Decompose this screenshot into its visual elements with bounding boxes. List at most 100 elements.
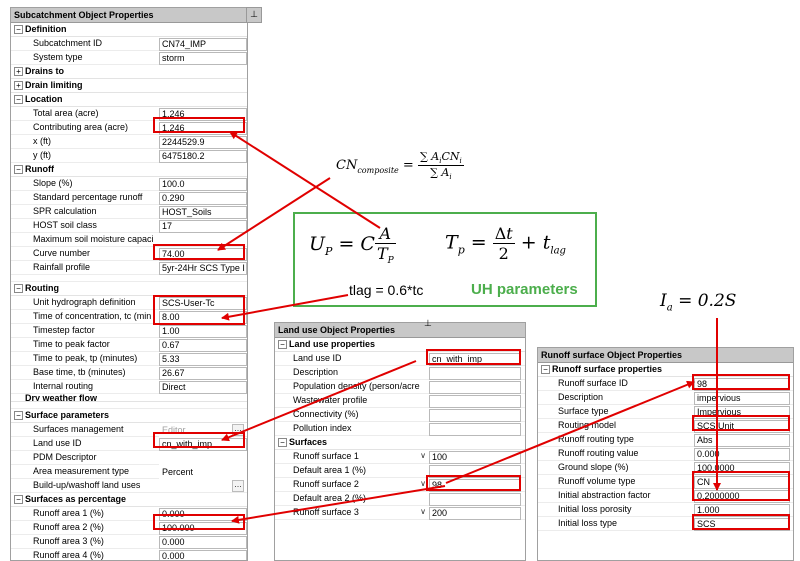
ww-field[interactable] — [429, 395, 521, 408]
highlight-contributing-area — [153, 117, 245, 133]
runoff-surface-3-field[interactable]: 200 — [429, 507, 521, 520]
section-location[interactable]: − Location — [11, 93, 247, 107]
runoff-area-4-field[interactable]: 0.000 — [159, 550, 247, 560]
up-formula: UP = C A TP — [309, 224, 396, 267]
browse-icon[interactable]: … — [232, 480, 244, 492]
runoff-surface-1-field[interactable]: 100 — [429, 451, 521, 464]
collapse-icon[interactable]: − — [14, 411, 23, 420]
runoff-surface-panel-title: Runoff surface Object Properties — [538, 348, 793, 363]
row-ww: Wastewater profile — [275, 394, 525, 408]
ia-formula: Ia = 0.2S — [660, 291, 737, 314]
ttp-field[interactable]: 5.33 — [159, 353, 247, 366]
section-surfaces[interactable]: − Surfaces — [275, 436, 525, 450]
tp-formula: Tp = Δt 2 + tlag — [445, 224, 566, 263]
row-ra3: Runoff area 3 (%) 0.000 — [11, 535, 247, 549]
section-dry-weather[interactable]: Dry weather flow — [11, 394, 247, 402]
runoff-area-3-field[interactable]: 0.000 — [159, 536, 247, 549]
spacer — [11, 275, 247, 282]
collapse-icon[interactable]: − — [541, 365, 550, 374]
row-pop: Population density (person/acre — [275, 380, 525, 394]
row-base-time: Base time, tb (minutes) 26.67 — [11, 366, 247, 380]
row-internal-routing: Internal routing Direct — [11, 380, 247, 394]
section-definition[interactable]: − Definition — [11, 23, 247, 37]
collapse-icon[interactable]: − — [278, 438, 287, 447]
highlight-runoff-area-2 — [153, 514, 245, 530]
row-buildup: Build-up/washoff land uses… — [11, 479, 247, 493]
slope-field[interactable]: 100.0 — [159, 178, 247, 191]
tlag-text: tlag = 0.6*tc — [349, 282, 424, 298]
row-slope: Slope (%) 100.0 — [11, 177, 247, 191]
highlight-landuse-id — [426, 349, 521, 365]
row-std-pct-runoff: Standard percentage runoff 0.290 — [11, 191, 247, 205]
section-surface-params[interactable]: − Surface parameters — [11, 409, 247, 423]
expand-icon[interactable]: + — [14, 67, 23, 76]
row-dra2: Default area 2 (%) — [275, 492, 525, 506]
pin-icon[interactable]: ⊥ — [424, 318, 432, 329]
pdm-field[interactable] — [159, 452, 247, 465]
pop-field[interactable] — [429, 381, 521, 394]
expand-icon[interactable]: + — [14, 81, 23, 90]
highlight-land-use-id — [153, 432, 245, 448]
section-drains-to[interactable]: + Drains to — [11, 65, 247, 79]
chevron-down-icon[interactable]: ∨ — [418, 451, 428, 462]
highlight-runoff-surface-2 — [426, 475, 521, 491]
system-type-field[interactable]: storm — [159, 52, 247, 65]
row-rs3: Runoff surface 3 ∨ 200 — [275, 506, 525, 520]
row-landuse-desc: Description — [275, 366, 525, 380]
host-soil-field[interactable]: 17 — [159, 220, 247, 233]
std-pct-runoff-field[interactable]: 0.290 — [159, 192, 247, 205]
area-meas-field[interactable]: Percent — [159, 466, 247, 479]
row-x: x (ft) 2244529.9 — [11, 135, 247, 149]
row-ra4: Runoff area 4 (%) 0.000 — [11, 549, 247, 560]
section-runoff[interactable]: − Runoff — [11, 163, 247, 177]
row-spr-calc: SPR calculation HOST_Soils — [11, 205, 247, 219]
y-field[interactable]: 6475180.2 — [159, 150, 247, 163]
row-system-type: System type storm — [11, 51, 247, 65]
row-timestep: Timestep factor 1.00 — [11, 324, 247, 338]
spr-calc-field[interactable]: HOST_Soils — [159, 206, 247, 219]
spacer — [11, 402, 247, 409]
highlight-uh-def — [153, 295, 245, 325]
rr-value-field[interactable]: 0.000 — [694, 448, 790, 461]
ttp-factor-field[interactable]: 0.67 — [159, 339, 247, 352]
section-drain-limiting[interactable]: + Drain limiting — [11, 79, 247, 93]
base-time-field[interactable]: 26.67 — [159, 367, 247, 380]
collapse-icon[interactable]: − — [14, 25, 23, 34]
row-rr-type: Runoff routing type Abs — [538, 433, 793, 447]
rs-description-field[interactable]: impervious — [694, 392, 790, 405]
row-poll: Pollution index — [275, 422, 525, 436]
landuse-panel-title: Land use Object Properties — [275, 323, 525, 338]
pin-icon[interactable]: ⊥ — [246, 7, 262, 23]
chevron-down-icon[interactable]: ∨ — [418, 507, 428, 518]
timestep-field[interactable]: 1.00 — [159, 325, 247, 338]
row-rs-desc: Description impervious — [538, 391, 793, 405]
rr-type-field[interactable]: Abs — [694, 434, 790, 447]
row-ttp: Time to peak, tp (minutes) 5.33 — [11, 352, 247, 366]
section-surfaces-pct[interactable]: − Surfaces as percentage — [11, 493, 247, 507]
internal-routing-field[interactable]: Direct — [159, 381, 247, 394]
row-ttp-factor: Time to peak factor 0.67 — [11, 338, 247, 352]
row-pdm: PDM Descriptor — [11, 451, 247, 465]
x-field[interactable]: 2244529.9 — [159, 136, 247, 149]
collapse-icon[interactable]: − — [14, 95, 23, 104]
subcatchment-panel-title: Subcatchment Object Properties — [11, 8, 247, 23]
uh-parameters-label: UH parameters — [471, 281, 578, 298]
row-y: y (ft) 6475180.2 — [11, 149, 247, 163]
row-area-meas: Area measurement type Percent — [11, 465, 247, 479]
landuse-desc-field[interactable] — [429, 367, 521, 380]
section-routing[interactable]: − Routing — [11, 282, 247, 296]
row-subcatchment-id: Subcatchment ID CN74_IMP — [11, 37, 247, 51]
collapse-icon[interactable]: − — [14, 284, 23, 293]
default-area-2-field[interactable] — [429, 493, 521, 506]
uh-parameters-box: UP = C A TP Tp = Δt 2 + tlag tlag = 0.6*tc … — [293, 212, 597, 307]
conn-field[interactable] — [429, 409, 521, 422]
collapse-icon[interactable]: − — [14, 495, 23, 504]
row-rr-value: Runoff routing value 0.000 — [538, 447, 793, 461]
subcatchment-panel: Subcatchment Object Properties − Definiti… — [10, 7, 248, 561]
collapse-icon[interactable]: − — [14, 165, 23, 174]
collapse-icon[interactable]: − — [278, 340, 287, 349]
poll-field[interactable] — [429, 423, 521, 436]
highlight-il-type — [692, 514, 790, 530]
subcatchment-id-field[interactable]: CN74_IMP — [159, 38, 247, 51]
rainfall-profile-field[interactable]: 5yr-24Hr SCS Type I — [159, 262, 247, 275]
